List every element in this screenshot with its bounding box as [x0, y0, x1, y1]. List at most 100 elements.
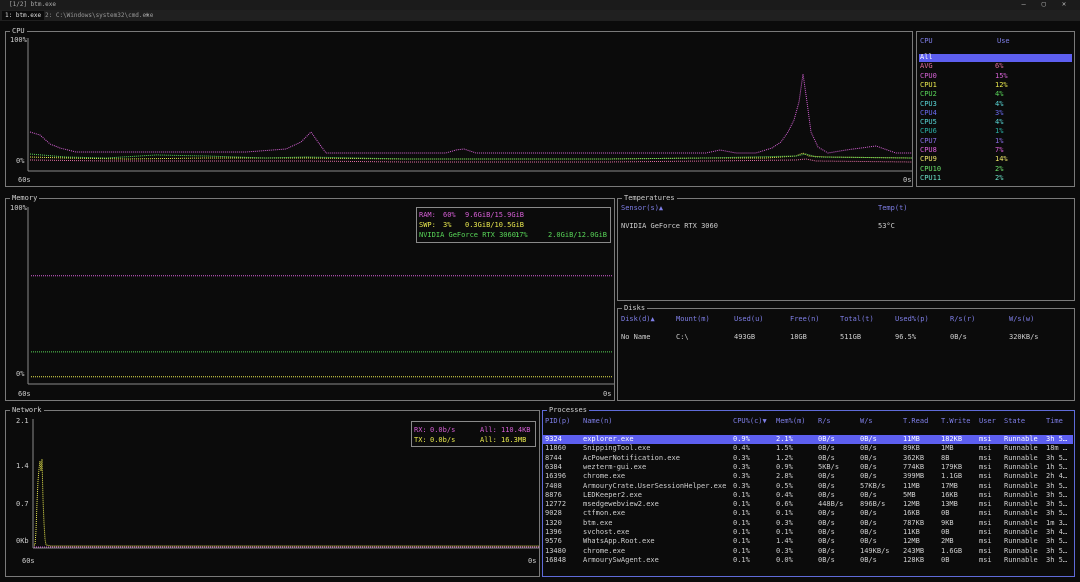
process-cell: 3h 5…: [1046, 435, 1068, 443]
disk-header[interactable]: Disk(d)▲: [621, 315, 655, 323]
processes-panel[interactable]: Processes PID(p) Name(n) CPU%(c)▼ Mem%(m) R/…: [542, 406, 1075, 577]
process-row[interactable]: 16848 ArmourySwAgent.exe 0.1% 0.0% 0B/s 0B/s 1…: [543, 556, 1073, 565]
process-cell: 1.5%: [776, 444, 793, 453]
process-row[interactable]: 12772 msedgewebview2.exe 0.1% 0.6% 448B/s 896…: [543, 500, 1073, 509]
memory-legend-amount: 9.6GiB/15.9GiB: [465, 211, 525, 219]
cpu-panel[interactable]: CPU 100% 0% 60s 0s: [5, 27, 913, 187]
disk-header[interactable]: W/s(w): [1009, 315, 1034, 323]
disk-header[interactable]: Mount(m): [676, 315, 710, 323]
cpu-list-item-name[interactable]: All: [920, 53, 933, 61]
process-cell: msi: [979, 481, 992, 490]
process-cell: 896B/s: [860, 500, 886, 509]
new-tab-button[interactable]: +: [145, 11, 149, 19]
cpu-list-item-name[interactable]: CPU6: [920, 127, 937, 135]
process-cell: msi: [979, 490, 992, 499]
cpu-list-item-name[interactable]: CPU1: [920, 81, 937, 89]
temp-header-sensor[interactable]: Sensor(s)▲: [621, 204, 663, 212]
cpu-list-item-name[interactable]: CPU11: [920, 174, 941, 182]
process-cell: 182KB: [941, 435, 963, 443]
network-panel[interactable]: Network 2.1 1.4 0.7 0Kb 60s 0s RX: 0.0b/s…: [5, 406, 540, 577]
cpu-list-item-name[interactable]: AVG: [920, 62, 933, 70]
close-button[interactable]: ✕: [1056, 0, 1072, 8]
minimize-button[interactable]: —: [1016, 0, 1032, 8]
process-cell: msi: [979, 537, 992, 546]
process-cell: 0B/s: [860, 537, 877, 546]
cpu-list-item-name[interactable]: CPU0: [920, 72, 937, 80]
cpu-list-item-name[interactable]: CPU10: [920, 165, 941, 173]
process-cell: msi: [979, 444, 992, 453]
process-cell: Runnable: [1004, 472, 1038, 481]
cpu-list-item-name[interactable]: CPU3: [920, 100, 937, 108]
cpu-list-item-name[interactable]: CPU4: [920, 109, 937, 117]
process-row[interactable]: 13480 chrome.exe 0.1% 0.3% 0B/s 149KB/s 243MB 1…: [543, 547, 1073, 556]
disk-header[interactable]: Total(t): [840, 315, 874, 323]
cpu-list-item-name[interactable]: CPU8: [920, 146, 937, 154]
process-row[interactable]: 9576 WhatsApp.Root.exe 0.1% 1.4% 0B/s 0B/s 12M…: [543, 537, 1073, 546]
process-cell: msi: [979, 453, 992, 462]
process-row[interactable]: 9324 explorer.exe 0.9% 2.1% 0B/s 0B/s 11MB 182K…: [543, 435, 1073, 444]
process-cell: 0B/s: [818, 490, 835, 499]
process-header[interactable]: State: [1004, 417, 1025, 425]
process-cell: 3h 5…: [1046, 481, 1068, 490]
process-row[interactable]: 1396 svchost.exe 0.1% 0.1% 0B/s 0B/s 11KB 0B msi…: [543, 528, 1073, 537]
process-header[interactable]: Mem%(m): [776, 417, 806, 425]
process-cell: 0.3%: [733, 462, 750, 471]
process-cell: 12MB: [903, 537, 920, 546]
process-cell: 179KB: [941, 462, 963, 471]
process-header[interactable]: User: [979, 417, 996, 425]
process-row[interactable]: 16396 chrome.exe 0.3% 2.8% 0B/s 0B/s 399MB 1.1G…: [543, 472, 1073, 481]
process-cell: Runnable: [1004, 546, 1038, 555]
process-cell: 0.1%: [733, 528, 750, 536]
cpu-list-item-name[interactable]: CPU5: [920, 118, 937, 126]
tab-btm[interactable]: 1: btm.exe: [2, 11, 45, 20]
process-cell: 0B/s: [860, 509, 877, 518]
tab-cmd[interactable]: 2: C:\Windows\system32\cmd.exe: [42, 11, 156, 20]
process-cell: Runnable: [1004, 528, 1038, 536]
process-header[interactable]: PID(p): [545, 417, 570, 425]
process-row[interactable]: 8744 AcPowerNotification.exe 0.3% 1.2% 0B/s 0…: [543, 454, 1073, 463]
temp-header-temp[interactable]: Temp(t): [878, 204, 908, 212]
process-cell: WhatsApp.Root.exe: [583, 537, 655, 546]
process-cell: 0B/s: [818, 509, 835, 518]
cpu-list-item-name[interactable]: CPU7: [920, 137, 937, 145]
network-legend-all-label: All:: [480, 436, 497, 444]
cpu-list-panel[interactable]: CPU Use All AVG 6% CPU0 15% CPU1 12% CPU2 4% CPU3…: [916, 31, 1075, 187]
process-row[interactable]: 9028 ctfmon.exe 0.1% 0.1% 0B/s 0B/s 16KB 0B msi R…: [543, 509, 1073, 518]
process-cell: 8744: [545, 453, 562, 462]
process-row[interactable]: 6384 wezterm-gui.exe 0.3% 0.9% 5KB/s 0B/s 774K…: [543, 463, 1073, 472]
process-row[interactable]: 11860 SnippingTool.exe 0.4% 1.5% 0B/s 0B/s 89K…: [543, 444, 1073, 453]
process-header[interactable]: T.Read: [903, 417, 928, 425]
temp-row-value: 53°C: [878, 222, 895, 230]
cpu-list-item-name[interactable]: CPU9: [920, 155, 937, 163]
memory-legend-pct: 17%: [515, 231, 528, 239]
process-header[interactable]: Time: [1046, 417, 1063, 425]
disk-header[interactable]: Free(n): [790, 315, 820, 323]
process-cell: Runnable: [1004, 555, 1038, 564]
process-header[interactable]: CPU%(c)▼: [733, 417, 767, 425]
disk-cell: No Name: [621, 333, 651, 341]
memory-panel[interactable]: Memory 100% 0% 60s 0s RAM: 60% 9.6GiB/15.9…: [5, 194, 615, 401]
process-header[interactable]: W/s: [860, 417, 873, 425]
process-header[interactable]: Name(n): [583, 417, 613, 425]
cpu-list-item-use: 1%: [995, 127, 1004, 136]
process-cell: 0.9%: [776, 462, 793, 471]
process-cell: 0B/s: [860, 453, 877, 462]
process-row[interactable]: 8876 LEDKeeper2.exe 0.1% 0.4% 0B/s 0B/s 5MB 16K…: [543, 491, 1073, 500]
cpu-list-item-name[interactable]: CPU2: [920, 90, 937, 98]
disk-header[interactable]: R/s(r): [950, 315, 975, 323]
process-header[interactable]: T.Write: [941, 417, 971, 425]
temperatures-panel[interactable]: Temperatures Sensor(s)▲ Temp(t) NVIDIA G…: [617, 194, 1075, 301]
disks-panel[interactable]: Disks Disk(d)▲ Mount(m) Used(u) Free(n) Tota…: [617, 304, 1075, 401]
process-row[interactable]: 7408 ArmouryCrate.UserSessionHelper.exe 0.…: [543, 482, 1073, 491]
temp-row-sensor: NVIDIA GeForce RTX 3060: [621, 222, 718, 230]
maximize-button[interactable]: ▢: [1036, 0, 1052, 8]
process-header[interactable]: R/s: [818, 417, 831, 425]
process-row[interactable]: 1320 btm.exe 0.1% 0.3% 0B/s 0B/s 787KB 9KB msi Ru…: [543, 519, 1073, 528]
process-cell: 0B/s: [818, 435, 835, 443]
process-cell: 0.9%: [733, 435, 750, 443]
process-cell: msi: [979, 472, 992, 481]
process-cell: 3h 5…: [1046, 537, 1068, 546]
disk-header[interactable]: Used%(p): [895, 315, 929, 323]
process-cell: 1.4%: [776, 537, 793, 546]
disk-header[interactable]: Used(u): [734, 315, 764, 323]
